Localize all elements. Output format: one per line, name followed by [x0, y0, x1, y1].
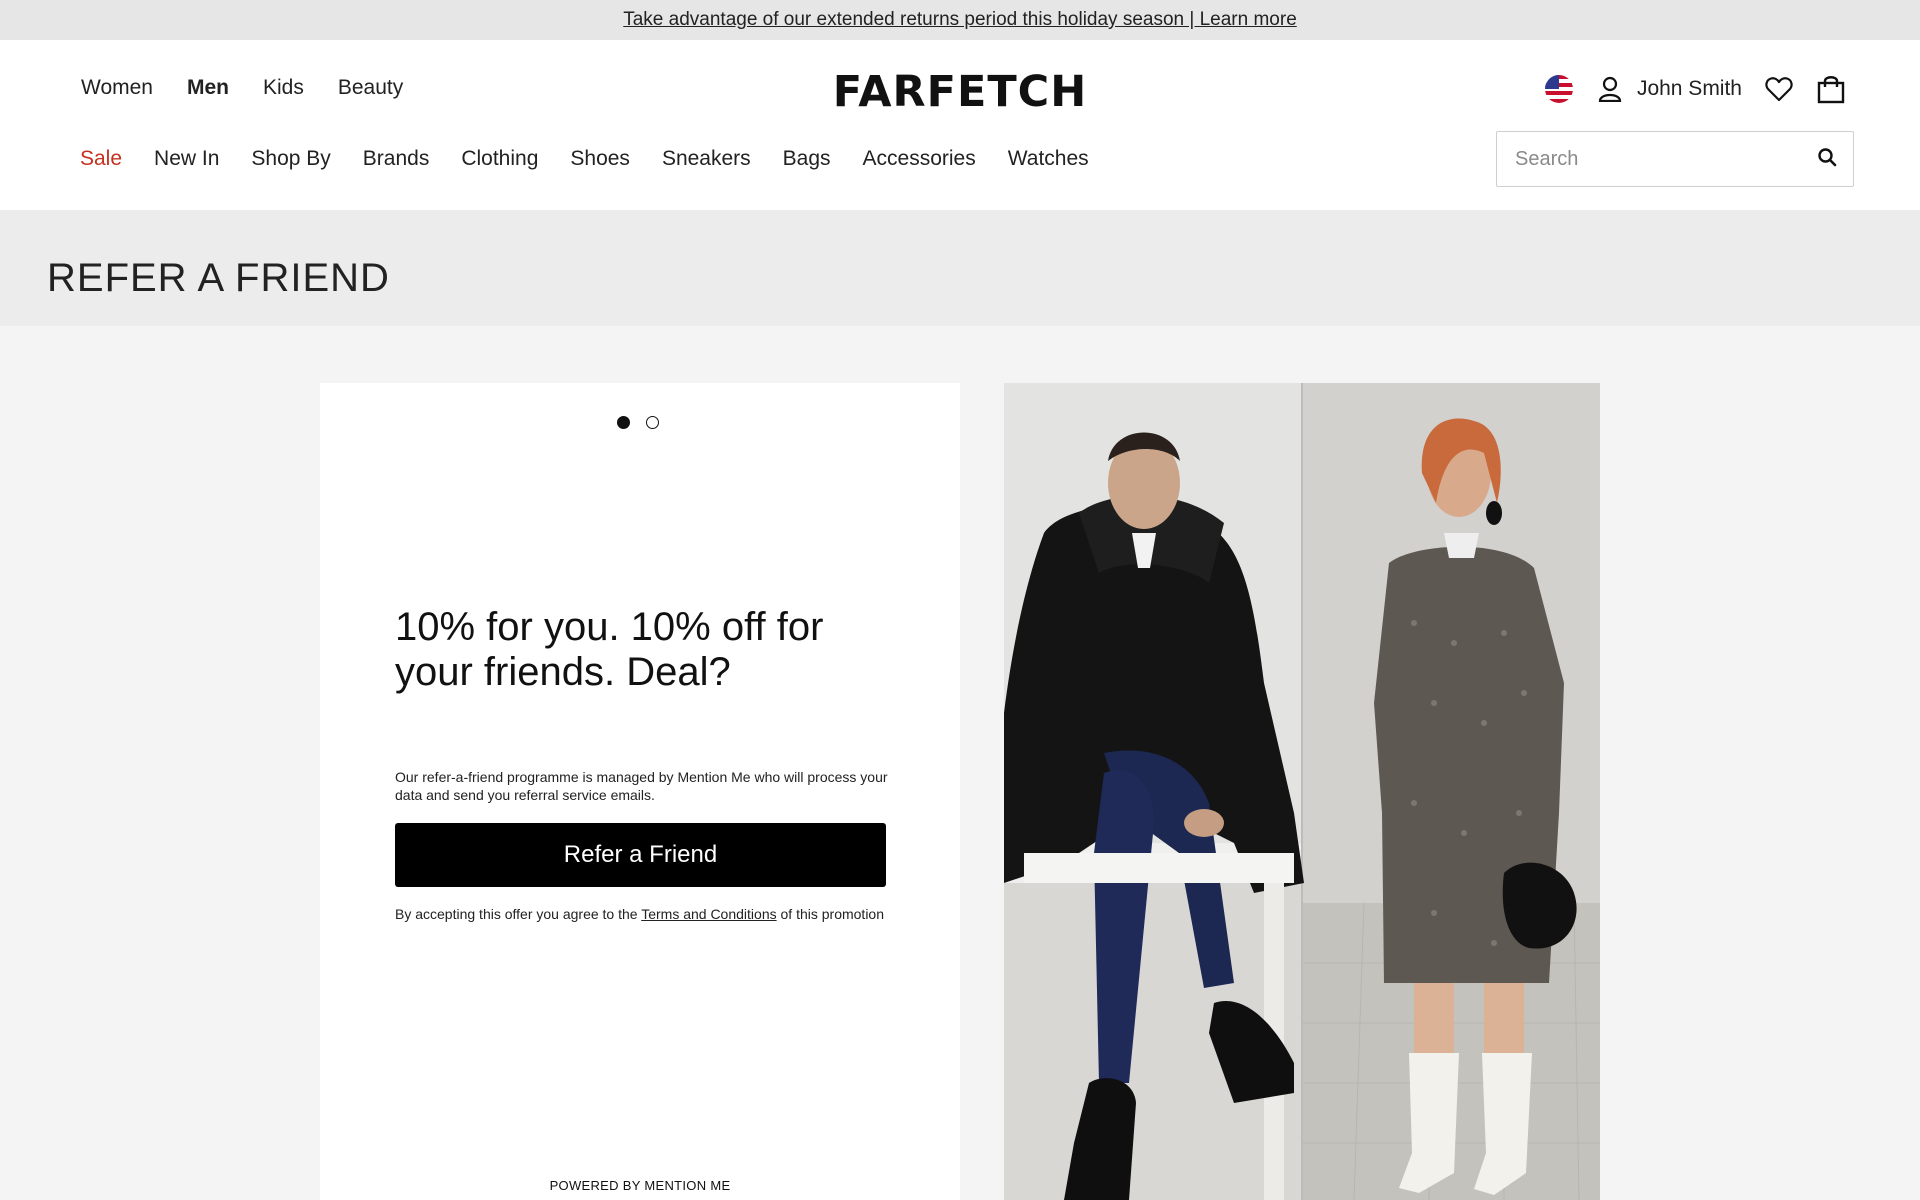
category-nav-watches[interactable]: Watches: [1008, 147, 1089, 171]
category-nav-accessories[interactable]: Accessories: [863, 147, 976, 171]
page-title-strip: REFER A FRIEND: [0, 210, 1920, 326]
refer-card: 10% for you. 10% off for your friends. D…: [320, 383, 960, 1200]
gender-nav-women[interactable]: Women: [81, 76, 153, 100]
account-link[interactable]: John Smith: [1595, 74, 1742, 104]
search-box: [1496, 131, 1854, 187]
refer-headline: 10% for you. 10% off for your friends. D…: [395, 605, 824, 694]
gender-nav: Women Men Kids Beauty: [81, 76, 403, 100]
header-utilities: John Smith: [1544, 74, 1846, 104]
fashion-campaign-image: [1004, 383, 1600, 1200]
category-nav-brands[interactable]: Brands: [363, 147, 430, 171]
search-input[interactable]: [1513, 146, 1817, 172]
terms-prefix: By accepting this offer you agree to the: [395, 906, 642, 922]
promo-banner: Take advantage of our extended returns p…: [0, 0, 1920, 40]
gender-nav-beauty[interactable]: Beauty: [338, 76, 403, 100]
us-flag-icon[interactable]: [1544, 75, 1573, 103]
category-nav-sale[interactable]: Sale: [80, 147, 122, 171]
bag-icon[interactable]: [1816, 74, 1846, 104]
category-nav: Sale New In Shop By Brands Clothing Shoe…: [80, 147, 1089, 171]
category-nav-clothing[interactable]: Clothing: [461, 147, 538, 171]
search-icon[interactable]: [1817, 147, 1837, 172]
powered-by-label: POWERED BY MENTION ME: [549, 1178, 731, 1193]
site-header: Women Men Kids Beauty FARFETCH John Smit…: [0, 40, 1920, 210]
terms-link[interactable]: Terms and Conditions: [641, 906, 776, 922]
heart-icon[interactable]: [1764, 74, 1794, 104]
farfetch-logo[interactable]: FARFETCH: [824, 67, 1096, 117]
promo-link[interactable]: Take advantage of our extended returns p…: [623, 9, 1297, 31]
gender-nav-men[interactable]: Men: [187, 76, 229, 100]
category-nav-sneakers[interactable]: Sneakers: [662, 147, 751, 171]
category-nav-bags[interactable]: Bags: [783, 147, 831, 171]
terms-text: By accepting this offer you agree to the…: [395, 905, 895, 923]
carousel-dots: [617, 416, 659, 429]
gender-nav-kids[interactable]: Kids: [263, 76, 304, 100]
category-nav-new-in[interactable]: New In: [154, 147, 219, 171]
carousel-dot-2[interactable]: [646, 416, 659, 429]
refer-a-friend-button[interactable]: Refer a Friend: [395, 823, 886, 887]
terms-suffix: of this promotion: [776, 906, 884, 922]
refer-disclaimer: Our refer-a-friend programme is managed …: [395, 769, 888, 803]
user-icon: [1595, 74, 1625, 104]
user-name: John Smith: [1636, 77, 1742, 100]
carousel-dot-1[interactable]: [617, 416, 630, 429]
fashion-photo-illustration: [1004, 383, 1600, 1200]
category-nav-shop-by[interactable]: Shop By: [251, 147, 330, 171]
page-title: REFER A FRIEND: [47, 256, 390, 300]
category-nav-shoes[interactable]: Shoes: [570, 147, 630, 171]
